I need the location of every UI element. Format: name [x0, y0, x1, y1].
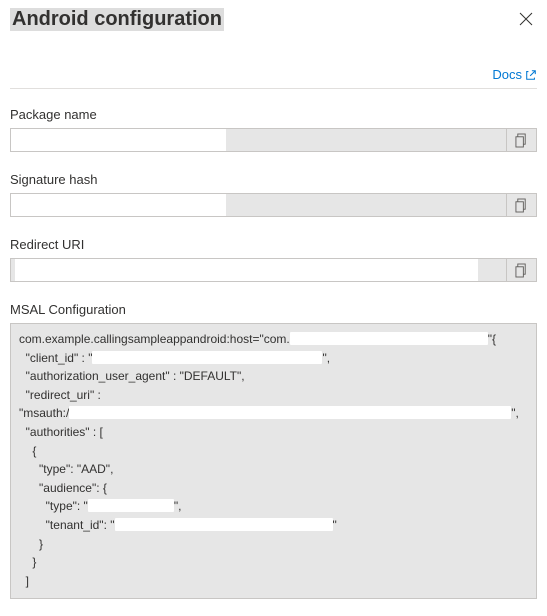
copy-redirect-uri-button[interactable]	[506, 259, 536, 281]
copy-icon	[515, 198, 528, 213]
page-title: Android configuration	[10, 8, 224, 31]
copy-signature-hash-button[interactable]	[506, 194, 536, 216]
copy-icon	[515, 263, 528, 278]
signature-hash-label: Signature hash	[10, 172, 537, 187]
package-name-label: Package name	[10, 107, 537, 122]
redacted-redirect-uri	[69, 406, 511, 419]
msal-config-code[interactable]: com.example.callingsampleappandroid:host…	[10, 323, 537, 599]
docs-link[interactable]: Docs	[492, 67, 537, 82]
copy-package-name-button[interactable]	[506, 129, 536, 151]
close-icon	[519, 12, 533, 26]
msal-config-label: MSAL Configuration	[10, 302, 537, 317]
close-button[interactable]	[515, 8, 537, 33]
signature-hash-input[interactable]	[11, 194, 226, 216]
docs-link-label: Docs	[492, 67, 522, 82]
redirect-uri-label: Redirect URI	[10, 237, 537, 252]
redacted-tenant-id	[115, 518, 333, 531]
external-link-icon	[525, 69, 537, 81]
package-name-input[interactable]	[11, 129, 226, 151]
redacted-client-id	[92, 351, 322, 364]
copy-icon	[515, 133, 528, 148]
redirect-uri-input[interactable]	[15, 259, 478, 281]
redacted-host	[290, 332, 488, 345]
redacted-audience-type	[88, 499, 174, 512]
